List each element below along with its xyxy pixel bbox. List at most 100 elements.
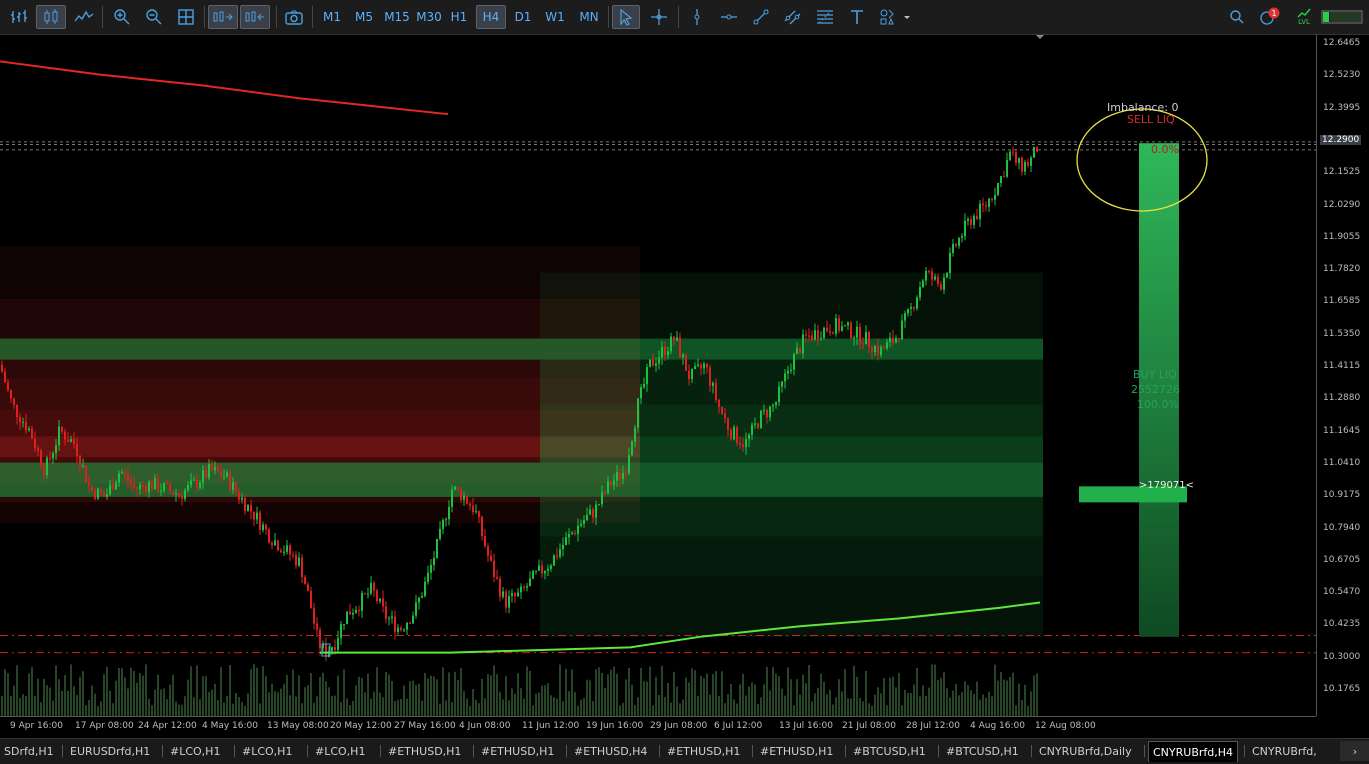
candle-body [862, 343, 864, 345]
notifications-icon[interactable]: 1 [1256, 5, 1282, 29]
candle-body [337, 638, 339, 650]
timeframe-m30[interactable]: M30 [414, 5, 444, 29]
chart-tab[interactable]: #LCO,H1 [311, 741, 369, 761]
channel-icon[interactable] [780, 5, 806, 29]
time-axis[interactable]: 9 Apr 16:00 17 Apr 08:00 24 Apr 12:00 4 May… [0, 716, 1316, 739]
candle-body [580, 523, 582, 526]
price-axis[interactable]: 12.6465 12.5230 12.3995 12.2900 12.1525 12.02… [1316, 35, 1369, 716]
candle-body [325, 643, 327, 657]
lvl-indicator[interactable]: LVL [1292, 5, 1316, 29]
candle-body [127, 474, 129, 482]
auto-scroll-icon[interactable] [208, 5, 238, 29]
candle-body [928, 270, 930, 272]
candle-body [820, 337, 822, 339]
candle-body [526, 586, 528, 588]
time-tick-label: 27 May 16:00 [394, 721, 456, 731]
time-tick-label: 17 Apr 08:00 [75, 721, 134, 731]
fibonacci-icon[interactable] [812, 5, 838, 29]
chart-tab[interactable]: CNYRUBrfd, [1248, 741, 1321, 761]
cursor-icon[interactable] [612, 5, 640, 29]
screenshot-icon[interactable] [280, 5, 308, 29]
chart-tab[interactable]: #LCO,H1 [166, 741, 224, 761]
chart-tab[interactable]: #LCO,H1 [238, 741, 296, 761]
candle-body [901, 320, 903, 340]
timeframe-label: M15 [384, 10, 410, 24]
candle-body [541, 565, 543, 574]
candle-body [310, 591, 312, 609]
timeframe-m15[interactable]: M15 [382, 5, 412, 29]
candle-body [667, 351, 669, 356]
vertical-line-icon[interactable] [684, 5, 710, 29]
search-icon[interactable] [1226, 5, 1248, 29]
candle-body [439, 528, 441, 539]
timeframe-h4[interactable]: H4 [476, 5, 506, 29]
candle-body [97, 488, 99, 499]
chart-tab[interactable]: EURUSDrfd,H1 [66, 741, 154, 761]
candle-body [544, 570, 546, 574]
chart-tab[interactable]: #ETHUSD,H1 [663, 741, 744, 761]
candle-body [955, 243, 957, 246]
candle-body [817, 330, 819, 339]
candle-body [145, 486, 147, 493]
chart-tab[interactable]: CNYRUBrfd,Daily [1035, 741, 1136, 761]
candle-body [799, 347, 801, 354]
time-tick-label: 9 Apr 16:00 [10, 721, 63, 731]
candle-body [403, 629, 405, 631]
timeframe-mn[interactable]: MN [574, 5, 604, 29]
volume-histogram [1, 664, 1038, 716]
candle-body [814, 330, 816, 340]
timeframe-m1[interactable]: M1 [318, 5, 346, 29]
candle-body [631, 441, 633, 456]
crosshair-icon[interactable] [646, 5, 672, 29]
candle-body [289, 545, 291, 555]
text-tool-icon[interactable] [844, 5, 870, 29]
chart-tab[interactable]: CNYRUBrfd,H4 [1148, 741, 1239, 762]
candle-body [811, 335, 813, 340]
chart-tab[interactable]: #ETHUSD,H1 [384, 741, 465, 761]
candle-body [304, 577, 306, 585]
timeframe-h1[interactable]: H1 [446, 5, 472, 29]
candle-body [358, 609, 360, 611]
candle-body [70, 439, 72, 442]
horizontal-line-icon[interactable] [716, 5, 742, 29]
tabs-scroll-right-icon[interactable]: › [1340, 741, 1369, 761]
tab-separator [845, 745, 846, 757]
buy-liq-value: 2552726 [1131, 383, 1180, 396]
candle-body [991, 198, 993, 200]
candle-body [232, 482, 234, 490]
price-chart[interactable] [0, 35, 1316, 716]
chart-tab[interactable]: SDrfd,H1 [0, 741, 58, 761]
candle-body [316, 623, 318, 630]
grid-icon[interactable] [172, 5, 200, 29]
candle-body [679, 337, 681, 358]
chart-tab[interactable]: #BTCUSD,H1 [942, 741, 1023, 761]
zoom-in-icon[interactable] [108, 5, 136, 29]
chart-shift-icon[interactable] [240, 5, 270, 29]
candle-body [256, 512, 258, 520]
chart-tab[interactable]: #ETHUSD,H1 [477, 741, 558, 761]
candle-body [982, 203, 984, 206]
candle-body [388, 618, 390, 620]
candle-body [664, 346, 666, 356]
chart-tab[interactable]: #ETHUSD,H1 [756, 741, 837, 761]
shapes-dropdown-icon[interactable] [876, 5, 914, 29]
line-chart-icon[interactable] [70, 5, 98, 29]
candlestick-chart-icon[interactable] [36, 5, 66, 29]
candle-body [13, 398, 15, 405]
timeframe-m5[interactable]: M5 [350, 5, 378, 29]
timeframe-label: M5 [355, 10, 373, 24]
candle-body [712, 382, 714, 386]
candle-body [355, 609, 357, 613]
trend-line-icon[interactable] [748, 5, 774, 29]
chart-tab[interactable]: #ETHUSD,H4 [570, 741, 651, 761]
chart-shift-marker[interactable] [1036, 35, 1044, 39]
toolbar-separator [608, 6, 609, 28]
timeframe-w1[interactable]: W1 [542, 5, 568, 29]
chart-tab[interactable]: #BTCUSD,H1 [849, 741, 930, 761]
candle-body [268, 529, 270, 543]
candle-body [892, 337, 894, 343]
zoom-out-icon[interactable] [140, 5, 168, 29]
new-chart-icon[interactable] [6, 5, 34, 29]
time-tick-label: 29 Jun 08:00 [650, 721, 708, 731]
timeframe-d1[interactable]: D1 [510, 5, 536, 29]
